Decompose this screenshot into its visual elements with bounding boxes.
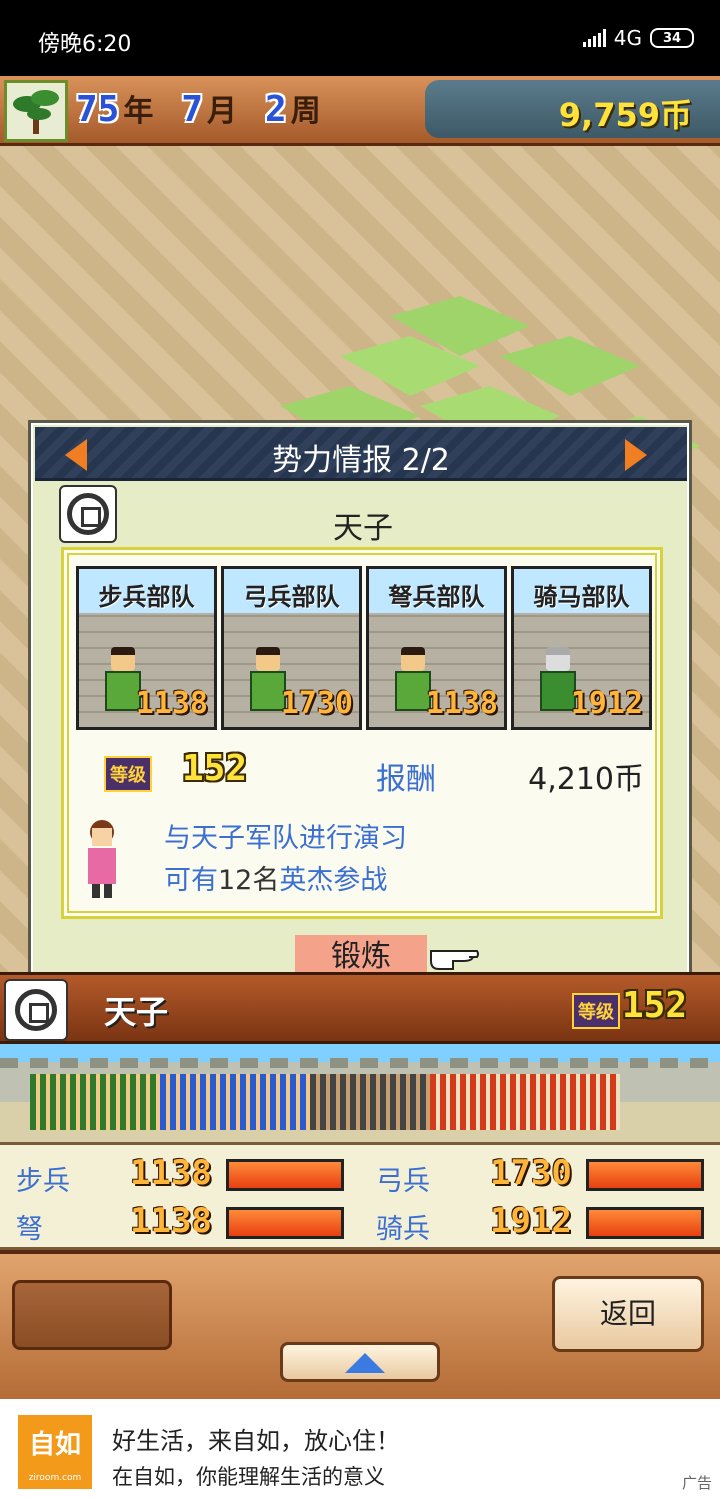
unit-cards: 步兵部队 1138 弓兵部队 1730 弩兵部队 1138 骑马部队 1912 bbox=[76, 566, 652, 730]
stat-cavalry: 骑兵 1912 bbox=[376, 1199, 716, 1245]
faction-bar: 天子 等级 152 bbox=[0, 972, 720, 1044]
unit-card-infantry: 步兵部队 1138 bbox=[76, 566, 217, 730]
month-unit: 月 bbox=[207, 94, 238, 129]
level-reward-row: 等级 152 报酬 4,210币 bbox=[104, 748, 644, 798]
year-number: 75 bbox=[76, 89, 120, 130]
bonsai-tree-icon[interactable] bbox=[4, 80, 68, 142]
description-line2: 可有12名英杰参战 bbox=[164, 860, 407, 902]
ad-subline: 在自如，你能理解生活的意义 bbox=[112, 1465, 385, 1489]
unit-card-archer: 弓兵部队 1730 bbox=[221, 566, 362, 730]
ziroom-logo: 自如 ziroom.com bbox=[18, 1415, 92, 1489]
money-amount: 9,759币 bbox=[558, 96, 692, 134]
stat-label: 步兵 bbox=[16, 1166, 70, 1197]
faction-bar-level: 152 bbox=[622, 985, 688, 1026]
network-type: 4G bbox=[613, 26, 642, 50]
stat-label: 骑兵 bbox=[376, 1214, 430, 1245]
scroll-up-button[interactable] bbox=[280, 1342, 440, 1382]
description-text: 可有 bbox=[164, 865, 218, 896]
level-badge: 等级 bbox=[572, 993, 620, 1029]
money-panel: 9,759币 bbox=[425, 80, 720, 138]
army-formation bbox=[0, 1044, 720, 1142]
cavalry-troops bbox=[430, 1074, 620, 1130]
crossbow-troops bbox=[310, 1074, 430, 1130]
unit-card-crossbow: 弩兵部队 1138 bbox=[366, 566, 507, 730]
archer-troops bbox=[160, 1074, 310, 1130]
empty-slot[interactable] bbox=[12, 1280, 172, 1350]
status-time: 傍晚6:20 bbox=[38, 32, 132, 57]
month-number: 7 bbox=[181, 89, 204, 130]
unit-card-cavalry: 骑马部队 1912 bbox=[511, 566, 652, 730]
signal-icon bbox=[582, 29, 606, 47]
stat-crossbow: 弩 1138 bbox=[16, 1199, 356, 1245]
infantry-troops bbox=[30, 1074, 160, 1130]
stat-infantry: 步兵 1138 bbox=[16, 1151, 356, 1197]
stat-archer: 弓兵 1730 bbox=[376, 1151, 716, 1197]
dialog-title: 势力情报 2/2 bbox=[272, 443, 450, 478]
back-button[interactable]: 返回 bbox=[552, 1276, 704, 1352]
mission-description: 与天子军队进行演习 可有12名英杰参战 bbox=[164, 818, 407, 902]
unit-strength: 1912 bbox=[570, 686, 643, 721]
stat-value: 1138 bbox=[130, 1153, 212, 1193]
logo-text: 自如 bbox=[28, 1430, 81, 1460]
stat-label: 弓兵 bbox=[376, 1166, 430, 1197]
reward-value: 4,210币 bbox=[528, 762, 644, 797]
next-page-arrow-icon[interactable] bbox=[625, 439, 647, 471]
stat-bar bbox=[226, 1207, 344, 1239]
game-screen: 75 年 7 月 2 周 9,759币 势力情报 2/2 天子 步兵部队 113… bbox=[0, 76, 720, 1399]
unit-name: 弩兵部队 bbox=[388, 583, 485, 611]
faction-seal-icon bbox=[4, 979, 68, 1041]
unit-strength: 1730 bbox=[280, 686, 353, 721]
stat-value: 1138 bbox=[130, 1201, 212, 1241]
stat-bar-fill bbox=[229, 1162, 341, 1188]
stat-bar bbox=[586, 1207, 704, 1239]
description-text: 英杰参战 bbox=[279, 865, 388, 896]
status-icons: 4G 34 bbox=[582, 26, 694, 50]
year-unit: 年 bbox=[123, 94, 154, 129]
faction-bar-name: 天子 bbox=[104, 993, 169, 1031]
game-date: 75 年 7 月 2 周 bbox=[76, 86, 345, 130]
status-bar: 傍晚6:20 4G 34 bbox=[0, 0, 720, 76]
stat-bar bbox=[586, 1159, 704, 1191]
stat-label: 弩 bbox=[16, 1214, 43, 1245]
bottom-controls: 返回 bbox=[0, 1250, 720, 1399]
ad-tag: 广告 bbox=[681, 1474, 712, 1492]
up-arrow-icon bbox=[345, 1353, 385, 1373]
pointing-hand-icon bbox=[430, 950, 479, 970]
dialog-header: 势力情报 2/2 bbox=[35, 427, 687, 481]
advisor-girl-icon bbox=[88, 820, 116, 898]
faction-detail-panel: 步兵部队 1138 弓兵部队 1730 弩兵部队 1138 骑马部队 1912 … bbox=[61, 547, 663, 919]
unit-strength: 1138 bbox=[425, 686, 498, 721]
ad-headline: 好生活，来自如，放心住！ bbox=[112, 1427, 400, 1455]
stat-bar-fill bbox=[229, 1210, 341, 1236]
level-badge: 等级 bbox=[104, 756, 152, 792]
hero-count: 12名 bbox=[218, 865, 280, 896]
stat-value: 1912 bbox=[490, 1201, 572, 1241]
week-unit: 周 bbox=[290, 94, 321, 129]
unit-name: 骑马部队 bbox=[533, 583, 630, 611]
logo-subtext: ziroom.com bbox=[28, 1473, 82, 1483]
ad-banner[interactable]: 自如 ziroom.com 好生活，来自如，放心住！ 在自如，你能理解生活的意义… bbox=[0, 1399, 720, 1499]
unit-strength: 1138 bbox=[135, 686, 208, 721]
top-bar: 75 年 7 月 2 周 9,759币 bbox=[0, 76, 720, 146]
week-number: 2 bbox=[265, 89, 287, 130]
stat-value: 1730 bbox=[490, 1153, 572, 1193]
troop-stats: 步兵 1138 弓兵 1730 弩 1138 骑兵 1912 bbox=[0, 1142, 720, 1250]
stat-bar-fill bbox=[589, 1162, 701, 1188]
faction-info-dialog: 势力情报 2/2 天子 步兵部队 1138 弓兵部队 1730 弩兵部队 113… bbox=[28, 420, 692, 980]
faction-level: 152 bbox=[182, 748, 248, 789]
unit-name: 弓兵部队 bbox=[243, 583, 340, 611]
faction-name: 天子 bbox=[333, 511, 393, 546]
battery-icon: 34 bbox=[650, 28, 694, 48]
stat-bar bbox=[226, 1159, 344, 1191]
unit-name: 步兵部队 bbox=[98, 583, 195, 611]
troop-lineup bbox=[30, 1074, 630, 1130]
stat-bar-fill bbox=[589, 1210, 701, 1236]
description-line1: 与天子军队进行演习 bbox=[164, 823, 407, 854]
reward-label: 报酬 bbox=[376, 762, 436, 797]
